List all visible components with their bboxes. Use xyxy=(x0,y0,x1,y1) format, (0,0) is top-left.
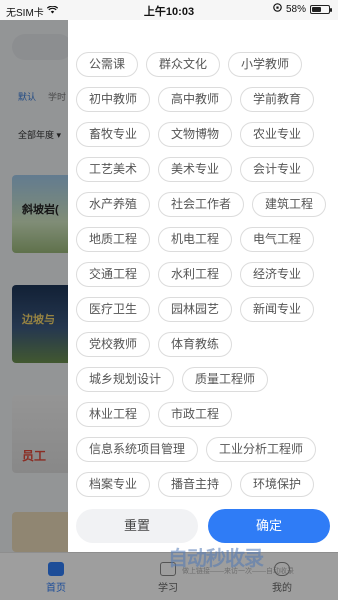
filter-tag[interactable]: 机电工程 xyxy=(158,227,233,252)
filter-tag[interactable]: 社会工作者 xyxy=(158,192,245,217)
filter-drawer: 公需课 群众文化 小学教师初中教师 高中教师 学前教育畜牧专业 文物博物 农业专业工艺美术美… xyxy=(68,0,338,552)
filter-tag[interactable]: 学前教育 xyxy=(240,87,315,112)
filter-tag[interactable]: 水产养殖 xyxy=(76,192,151,217)
reset-button[interactable]: 重置 xyxy=(76,509,198,543)
filter-tag[interactable]: 工艺美术 xyxy=(76,157,151,182)
watermark: 自动秒收录 做上链接——来访一次——自动收录 xyxy=(168,540,328,582)
filter-tag[interactable]: 畜牧专业 xyxy=(76,122,151,147)
filter-tag[interactable]: 高中教师 xyxy=(158,87,233,112)
watermark-subtitle: 做上链接——来访一次——自动收录 xyxy=(182,568,294,575)
filter-tag[interactable]: 档案专业 xyxy=(76,472,151,497)
filter-tag[interactable]: 文物博物 xyxy=(158,122,233,147)
filter-tag[interactable]: 信息系统项目管理 xyxy=(76,437,199,462)
filter-tag[interactable]: 电气工程 xyxy=(240,227,315,252)
filter-tag[interactable]: 水利工程 xyxy=(158,262,233,287)
filter-tag[interactable]: 经济专业 xyxy=(240,262,315,287)
battery-icon xyxy=(310,4,332,14)
filter-tag[interactable]: 公需课 xyxy=(76,52,139,77)
filter-tag[interactable]: 地质工程 xyxy=(76,227,151,252)
orientation-lock-icon xyxy=(273,3,282,15)
filter-tag[interactable]: 园林园艺 xyxy=(158,297,233,322)
filter-tag[interactable]: 城乡规划设计 xyxy=(76,367,175,392)
filter-tag[interactable]: 体育教练 xyxy=(158,332,233,357)
filter-tag[interactable]: 播音主持 xyxy=(158,472,233,497)
filter-tag[interactable]: 质量工程师 xyxy=(182,367,269,392)
status-bar: 无SIM卡 上午10:03 58% xyxy=(0,0,338,20)
filter-tag[interactable]: 小学教师 xyxy=(228,52,303,77)
filter-actions: 重置 确定 xyxy=(76,509,330,543)
filter-tag[interactable]: 新闻专业 xyxy=(240,297,315,322)
filter-tag[interactable]: 市政工程 xyxy=(158,402,233,427)
battery-percent: 58% xyxy=(285,3,306,15)
filter-tag[interactable]: 初中教师 xyxy=(76,87,151,112)
filter-tag[interactable]: 建筑工程 xyxy=(252,192,327,217)
filter-tag[interactable]: 群众文化 xyxy=(146,52,221,77)
confirm-button[interactable]: 确定 xyxy=(208,509,330,543)
filter-tag[interactable]: 美术专业 xyxy=(158,157,233,182)
filter-tag[interactable]: 会计专业 xyxy=(240,157,315,182)
filter-tag[interactable]: 医疗卫生 xyxy=(76,297,151,322)
status-right: 58% xyxy=(273,3,332,15)
filter-tag[interactable]: 林业工程 xyxy=(76,402,151,427)
tag-list: 公需课 群众文化 小学教师初中教师 高中教师 学前教育畜牧专业 文物博物 农业专业工艺美术美… xyxy=(76,52,332,497)
filter-tag[interactable]: 工业分析工程师 xyxy=(206,437,317,462)
filter-tag[interactable]: 农业专业 xyxy=(240,122,315,147)
filter-tag[interactable]: 党校教师 xyxy=(76,332,151,357)
filter-tag[interactable]: 环境保护 xyxy=(240,472,315,497)
filter-tag[interactable]: 交通工程 xyxy=(76,262,151,287)
